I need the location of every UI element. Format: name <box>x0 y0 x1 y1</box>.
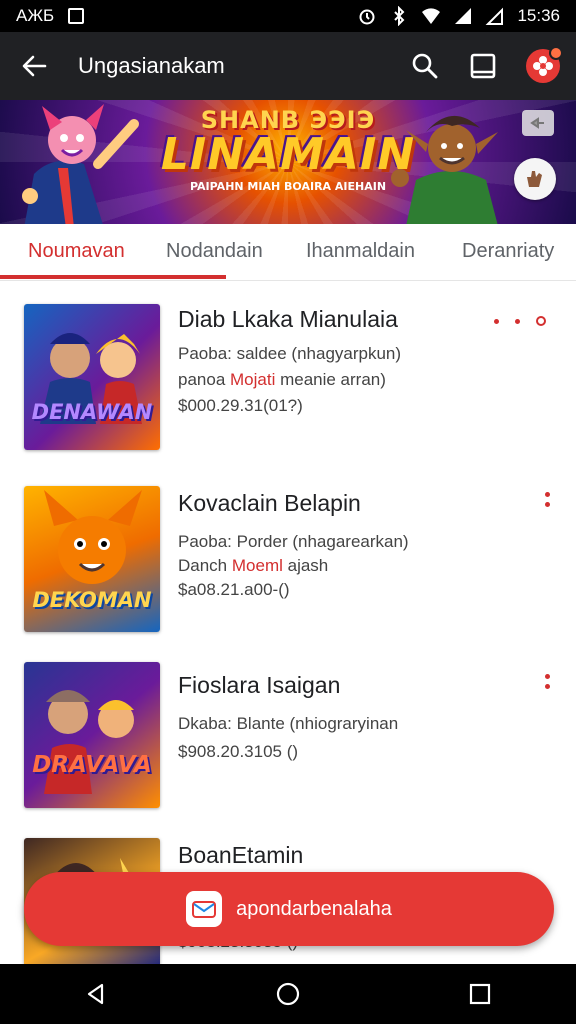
promo-banner[interactable]: SHANB ЭЭIЭ LINAMAIN PAIPAHN MIAH BOAIRA … <box>0 100 576 224</box>
circle-home-icon <box>276 982 300 1006</box>
item-line-prefix: panoa <box>178 370 230 389</box>
top-app-bar: Ungasianakam <box>0 32 576 100</box>
search-icon <box>412 53 438 79</box>
dot-icon <box>544 502 550 507</box>
item-price: $000.29.31(01?) <box>178 396 303 415</box>
status-bar: AЖБ 15:36 <box>0 0 576 32</box>
item-line-prefix: Danch <box>178 556 232 575</box>
share-icon <box>530 117 544 129</box>
thumbnail-art <box>40 333 142 424</box>
item-line-2: panoa Mojati meanie arran) <box>178 370 386 390</box>
back-button[interactable] <box>16 48 52 84</box>
item-line-suffix: meanie arran) <box>275 370 386 389</box>
thumbnail-art <box>44 690 134 794</box>
bookmark-button[interactable] <box>468 51 498 81</box>
bookmark-icon <box>470 53 496 79</box>
hand-icon <box>527 171 542 187</box>
thumbnail-title: DEKOMAN <box>32 588 152 612</box>
tab-noumavan[interactable]: Noumavan <box>28 240 125 263</box>
banner-character-right <box>391 115 498 224</box>
status-carrier: AЖБ <box>16 6 55 25</box>
item-price: $a08.21.a00-() <box>178 580 290 599</box>
bluetooth-icon <box>394 6 405 26</box>
alarm-icon <box>359 9 375 25</box>
page-title: Ungasianakam <box>78 53 225 78</box>
dot-icon <box>515 318 520 324</box>
dot-icon <box>544 674 550 679</box>
thumbnail-title: DENAWAN <box>31 400 153 424</box>
item-highlight: Mojati <box>230 370 276 389</box>
tab-bar: Noumavan Nodandain Ihanmaldain Deranriat… <box>0 224 576 281</box>
wifi-icon <box>422 8 441 24</box>
item-thumbnail: DRAVAVA <box>24 662 160 808</box>
item-line: Paoba: Porder (nhagarearkan) <box>178 532 409 551</box>
item-line-suffix: ajash <box>282 556 329 575</box>
battery-icon <box>486 7 504 25</box>
item-menu-button[interactable] <box>540 674 554 689</box>
search-button[interactable] <box>410 51 440 81</box>
nav-back-button[interactable] <box>66 964 126 1024</box>
tab-deranriaty[interactable]: Deranriaty <box>462 240 554 263</box>
item-line-2: Danch Moeml ajash <box>178 556 328 576</box>
status-time: 15:36 <box>517 6 560 25</box>
notification-badge <box>549 46 563 60</box>
share-button[interactable] <box>522 110 554 136</box>
nav-recents-button[interactable] <box>450 964 510 1024</box>
item-menu-button[interactable] <box>540 492 554 507</box>
nav-home-button[interactable] <box>258 964 318 1024</box>
thumbnail-title: DRAVAVA <box>32 752 152 778</box>
tab-ihanmaldain[interactable]: Ihanmaldain <box>306 240 415 263</box>
square-recents-icon <box>469 983 491 1005</box>
dot-icon <box>536 316 546 326</box>
item-title: Kovaclain Belapin <box>178 490 361 516</box>
banner-hand-button[interactable] <box>514 158 556 200</box>
item-title: Diab Lkaka Mianulaia <box>178 306 398 332</box>
item-price: $908.20.3105 () <box>178 742 299 761</box>
dot-icon <box>544 492 550 497</box>
dot-icon <box>494 318 499 324</box>
system-nav-bar <box>0 964 576 1024</box>
item-line: Paoba: saldee (nhagyarpkun) <box>178 344 402 363</box>
tab-nodandain[interactable]: Nodandain <box>166 240 263 263</box>
item-title: BoanEtamin <box>178 842 304 868</box>
primary-action-button[interactable]: apondarbenalaha <box>24 872 554 946</box>
tab-indicator <box>0 275 226 279</box>
item-menu-button[interactable] <box>494 316 546 326</box>
triangle-back-icon <box>87 983 104 1005</box>
item-title: Fioslara Isaigan <box>178 672 341 698</box>
primary-action-label: apondarbenalaha <box>236 897 392 920</box>
item-thumbnail: DENAWAN <box>24 304 160 450</box>
mail-icon <box>186 891 223 927</box>
item-thumbnail: DEKOMAN <box>24 486 160 632</box>
arrow-left-icon <box>22 55 47 77</box>
notification-icon <box>68 8 85 24</box>
item-highlight: Moeml <box>231 556 283 575</box>
dot-icon <box>544 684 550 689</box>
item-line: Dkaba: Blante (nhiograryinan <box>178 714 399 733</box>
profile-button[interactable] <box>526 46 563 83</box>
signal-icon <box>455 8 472 24</box>
